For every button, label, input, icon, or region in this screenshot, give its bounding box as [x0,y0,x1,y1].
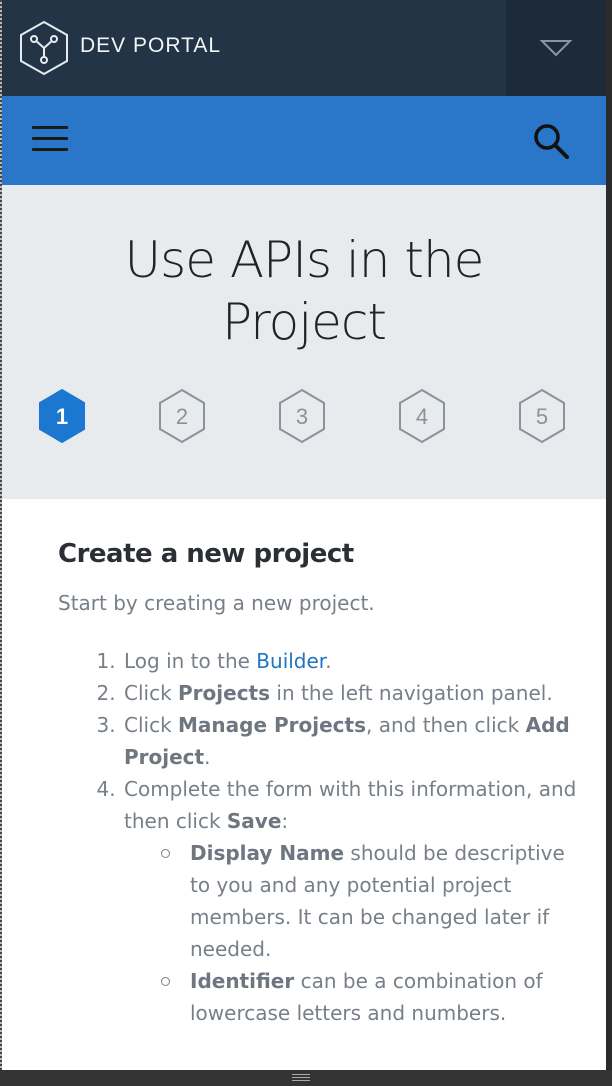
step-3-label: 3 [296,404,308,429]
list-item: Log in to the Builder. [122,645,582,677]
step-2-label: 2 [176,404,188,429]
hero-section: Use APIs in the Project [2,185,606,499]
intro-text: Start by creating a new project. [58,591,375,615]
sub-list-item: Identifier can be a combination of lower… [161,965,582,1029]
scrollbar-track[interactable] [606,0,612,1070]
search-icon[interactable] [532,122,570,160]
instructions-list: Log in to the Builder. Click Projects in… [90,645,582,1029]
sub-list: Display Name should be descriptive to yo… [124,837,582,1029]
list-item: Complete the form with this information,… [122,773,582,1029]
step-1-label: 1 [56,404,68,429]
title-line-2: Project [221,293,387,351]
step-4-label: 4 [416,404,428,429]
browser-frame: DEV PORTAL Use APIs in the Project 1 2 3… [0,0,612,1086]
top-header: DEV PORTAL [2,0,606,96]
content-panel: Create a new project Start by creating a… [2,499,606,1070]
brand-title[interactable]: DEV PORTAL [80,34,221,58]
step-5-label: 5 [536,404,548,429]
page-title: Use APIs in the Project [2,229,606,353]
hex-network-icon[interactable] [18,20,70,76]
list-item: Click Projects in the left navigation pa… [122,677,582,709]
triangle-down-icon [540,40,572,57]
list-item: Click Manage Projects, and then click Ad… [122,709,582,773]
step-5-hex[interactable]: 5 [517,388,567,444]
step-3-hex[interactable]: 3 [277,388,327,444]
title-line-1: Use APIs in the [124,231,485,289]
sub-list-item: Display Name should be descriptive to yo… [161,837,582,965]
step-4-hex[interactable]: 4 [397,388,447,444]
resize-handle[interactable] [292,1074,310,1082]
section-heading: Create a new project [58,539,354,569]
user-menu-toggle[interactable] [506,0,606,96]
builder-link[interactable]: Builder [256,649,325,673]
step-2-hex[interactable]: 2 [157,388,207,444]
nav-bar [2,96,606,185]
step-1-hex[interactable]: 1 [37,388,87,444]
hamburger-icon[interactable] [32,126,68,154]
